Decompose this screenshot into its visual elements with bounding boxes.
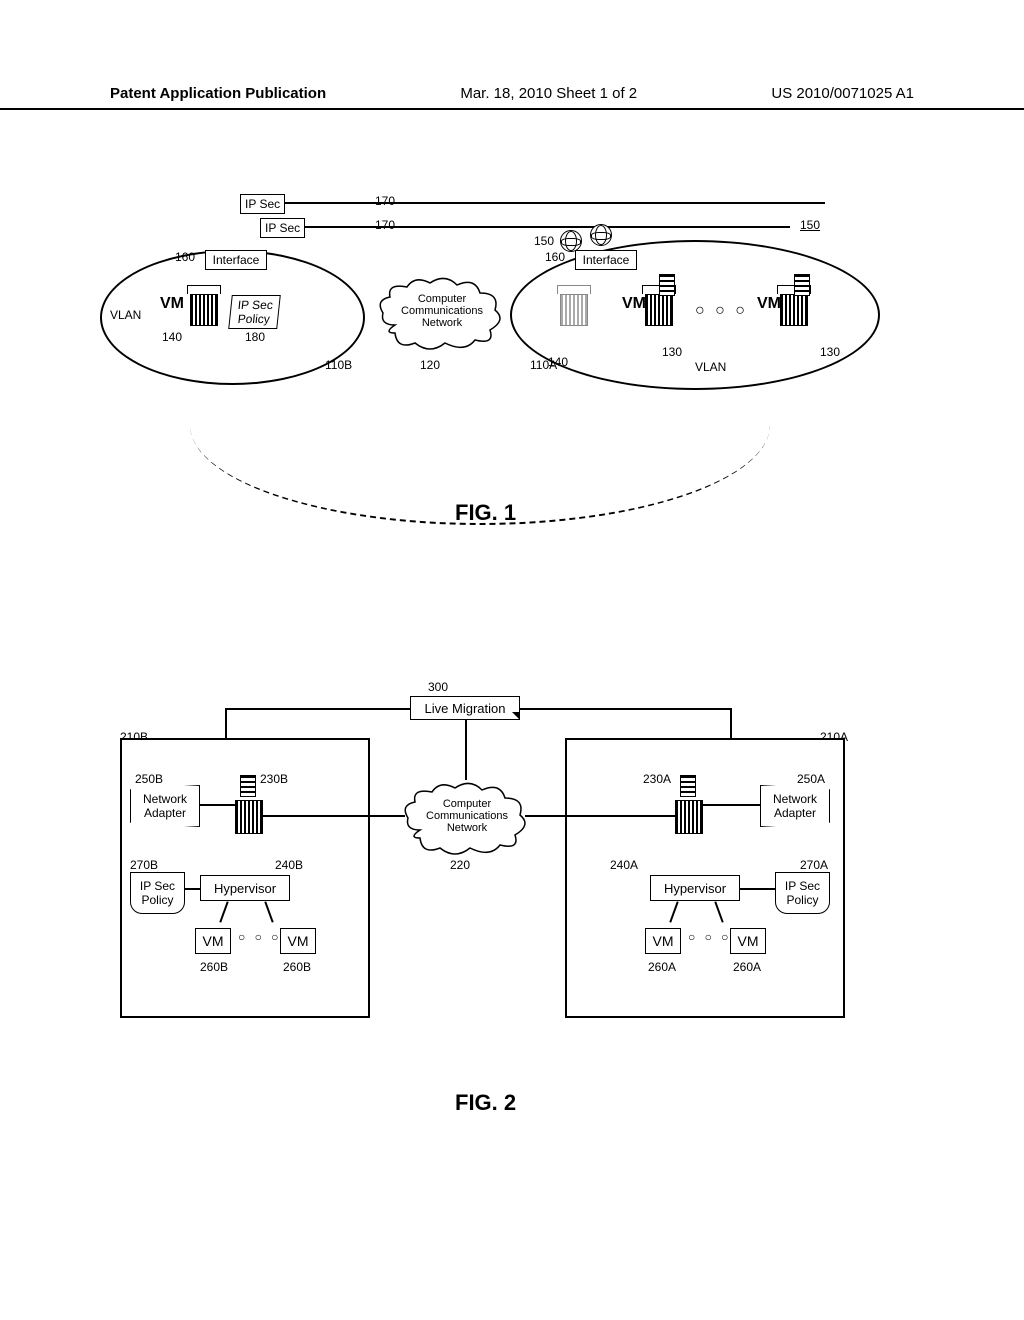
ref-170a: 170 <box>375 194 395 208</box>
net-adapter-left: Network Adapter <box>130 785 200 827</box>
ref-260b-1: 260B <box>200 960 228 974</box>
ipsec-policy-left-f2: IP Sec Policy <box>130 872 185 914</box>
ref-270a: 270A <box>800 858 828 872</box>
ref-300: 300 <box>428 680 448 694</box>
page-header: Patent Application Publication Mar. 18, … <box>0 85 1024 110</box>
ref-150-right: 150 <box>800 218 820 232</box>
vlan-left-label: VLAN <box>110 308 141 322</box>
vm-label-right-2: VM <box>757 295 781 313</box>
ref-270b: 270B <box>130 858 158 872</box>
figure-2: 300 Live Migration 210B 210A Computer Co… <box>120 680 880 1120</box>
conn-lm-left-v <box>225 708 227 738</box>
interface-left: Interface <box>205 250 267 270</box>
ref-240a: 240A <box>610 858 638 872</box>
conn-lm-right <box>520 708 730 710</box>
tower-right <box>675 800 703 840</box>
header-right: US 2010/0071025 A1 <box>771 85 914 102</box>
ipsec-label-outer: IP Sec <box>240 194 285 214</box>
vm-right-1: VM <box>645 928 681 954</box>
cloud-fig2: Computer Communications Network <box>400 780 530 860</box>
net-adapter-right: Network Adapter <box>760 785 830 827</box>
ref-250a: 250A <box>797 772 825 786</box>
ref-170b: 170 <box>375 218 395 232</box>
ref-240b: 240B <box>275 858 303 872</box>
hypervisor-right: Hypervisor <box>650 875 740 901</box>
conn-policy-hv-right <box>740 888 775 890</box>
ellipsis-vms-right: ○ ○ ○ <box>688 930 731 944</box>
conn-cloud-right <box>525 815 565 817</box>
ref-130b: 130 <box>820 345 840 359</box>
cloud-label-fig2: Computer Communications Network <box>418 798 516 834</box>
ref-160-right: 160 <box>545 250 565 264</box>
conn-na-tower-right <box>703 804 760 806</box>
vm-tower-left <box>190 285 218 325</box>
vm-label-right-1: VM <box>622 295 646 313</box>
conn-tower-cloud-left <box>263 815 370 817</box>
conn-lm-left <box>225 708 410 710</box>
vm-right-2: VM <box>730 928 766 954</box>
conn-lm-down <box>465 720 467 780</box>
ref-230a: 230A <box>643 772 671 786</box>
header-mid: Mar. 18, 2010 Sheet 1 of 2 <box>460 85 637 102</box>
conn-policy-hv-left <box>185 888 200 890</box>
globe-icon-1 <box>560 230 582 252</box>
ipsec-policy-right-f2: IP Sec Policy <box>775 872 830 914</box>
ipsec-label-inner: IP Sec <box>260 218 305 238</box>
conn-tower-cloud-right <box>565 815 675 817</box>
ref-260a-2: 260A <box>733 960 761 974</box>
server-icon-left <box>240 775 256 797</box>
ipsec-outer-line <box>240 202 825 204</box>
server-icon-1 <box>659 274 675 296</box>
ref-140-left: 140 <box>162 330 182 344</box>
vm-left-1: VM <box>195 928 231 954</box>
conn-lm-right-v <box>730 708 732 738</box>
vm-left-2: VM <box>280 928 316 954</box>
vm-tower-ghost <box>560 285 588 325</box>
ellipsis-vms-left: ○ ○ ○ <box>238 930 281 944</box>
corner-icon <box>512 712 520 720</box>
ref-150-left: 150 <box>534 234 554 248</box>
globe-icon-2 <box>590 224 612 246</box>
server-icon-2 <box>794 274 810 296</box>
conn-cloud-left <box>370 815 405 817</box>
server-icon-right <box>680 775 696 797</box>
hypervisor-left: Hypervisor <box>200 875 290 901</box>
ipsec-inner-line <box>260 226 790 228</box>
cloud-label-fig1: Computer Communications Network <box>393 293 491 329</box>
ellipsis-vms: ○ ○ ○ <box>695 302 748 320</box>
migration-arc <box>190 325 770 525</box>
tower-left <box>235 800 263 840</box>
fig1-caption: FIG. 1 <box>455 500 516 526</box>
ipsec-policy-left: IP Sec Policy <box>228 295 281 329</box>
ref-260b-2: 260B <box>283 960 311 974</box>
fig2-caption: FIG. 2 <box>455 1090 516 1116</box>
figure-1: IP Sec 170 IP Sec 170 VLAN Interface 160… <box>100 190 900 510</box>
ref-250b: 250B <box>135 772 163 786</box>
conn-na-tower-left <box>200 804 235 806</box>
header-left: Patent Application Publication <box>110 85 326 102</box>
ref-260a-1: 260A <box>648 960 676 974</box>
ref-160-left: 160 <box>175 250 195 264</box>
ref-220: 220 <box>450 858 470 872</box>
live-migration-box: Live Migration <box>410 696 520 720</box>
interface-right: Interface <box>575 250 637 270</box>
ref-230b: 230B <box>260 772 288 786</box>
vm-label-left: VM <box>160 295 184 313</box>
